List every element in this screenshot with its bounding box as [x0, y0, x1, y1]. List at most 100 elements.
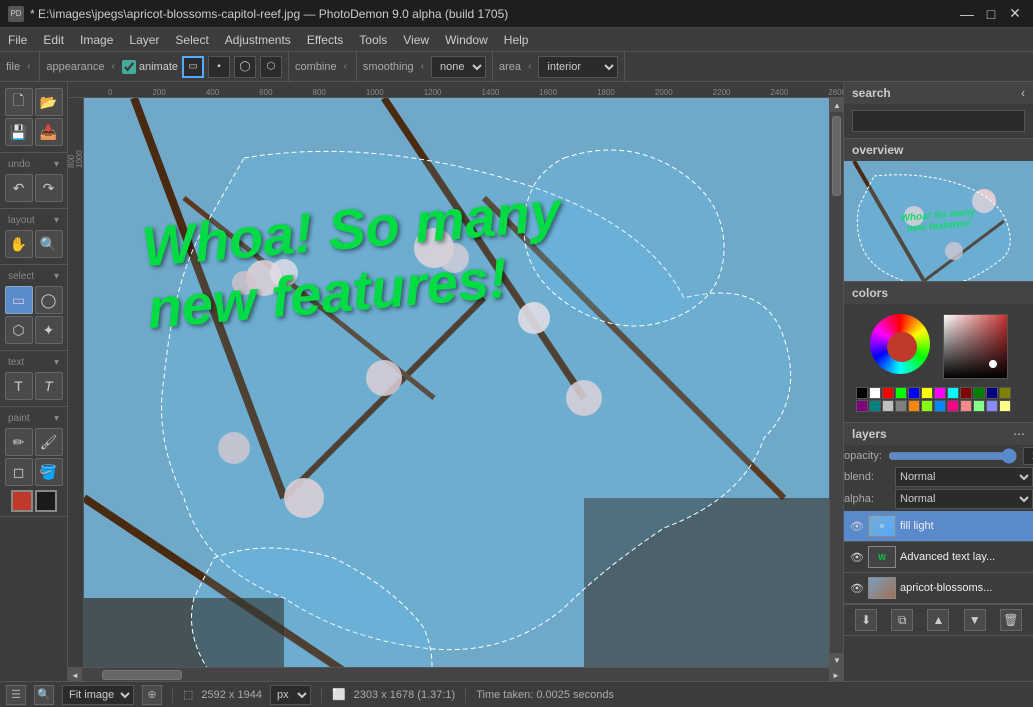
save-btn[interactable]: 💾 — [5, 118, 33, 146]
color-swatch[interactable] — [999, 400, 1011, 412]
open-file-btn[interactable]: 📂 — [35, 88, 63, 116]
maximize-button[interactable]: □ — [981, 5, 1001, 23]
foreground-color[interactable] — [11, 490, 33, 512]
layer-eye-3[interactable]: 👁 — [850, 581, 864, 595]
layer-item-photo[interactable]: 👁 apricot-blossoms... — [844, 573, 1033, 604]
color-swatch[interactable] — [895, 387, 907, 399]
overview-header[interactable]: overview — [844, 139, 1033, 161]
color-swatch[interactable] — [947, 387, 959, 399]
file-panel-chevron[interactable]: ‹ — [24, 61, 33, 72]
color-swatch[interactable] — [856, 400, 868, 412]
color-swatch[interactable] — [947, 400, 959, 412]
color-swatch[interactable] — [986, 387, 998, 399]
layer-item-fill-light[interactable]: 👁 ≋ fill light — [844, 511, 1033, 542]
sel-rect-btn[interactable]: ▭ — [182, 56, 204, 78]
fill-btn[interactable]: 🪣 — [35, 458, 63, 486]
area-select[interactable]: interior — [538, 56, 618, 78]
smoothing-panel-chevron[interactable]: ‹ — [418, 61, 427, 72]
close-button[interactable]: ✕ — [1005, 5, 1025, 23]
color-swatch[interactable] — [973, 400, 985, 412]
layout-chevron[interactable]: ▾ — [54, 215, 59, 226]
layer-eye-2[interactable]: 👁 — [850, 550, 864, 564]
colors-header[interactable]: colors — [844, 282, 1033, 304]
color-swatch[interactable] — [921, 387, 933, 399]
menu-item-view[interactable]: View — [395, 31, 437, 49]
new-file-btn[interactable]: 🗋 — [5, 88, 33, 116]
menu-item-help[interactable]: Help — [496, 31, 537, 49]
menu-item-image[interactable]: Image — [72, 31, 121, 49]
color-swatch[interactable] — [934, 387, 946, 399]
search-input[interactable] — [852, 110, 1025, 132]
search-header[interactable]: search ‹ — [844, 82, 1033, 104]
overview-thumbnail[interactable]: Whoa! So manynew features! — [844, 161, 1033, 281]
area-panel-chevron[interactable]: ‹ — [525, 61, 534, 72]
color-swatch[interactable] — [869, 387, 881, 399]
hscroll-right-btn[interactable]: ► — [829, 668, 843, 681]
color-swatch[interactable] — [973, 387, 985, 399]
select-chevron[interactable]: ▾ — [54, 271, 59, 282]
lasso-select-btn[interactable]: ⬡ — [5, 316, 33, 344]
color-swatch[interactable] — [882, 387, 894, 399]
menu-item-edit[interactable]: Edit — [35, 31, 72, 49]
smoothing-select[interactable]: none — [431, 56, 486, 78]
color-swatch[interactable] — [908, 387, 920, 399]
eraser-btn[interactable]: ◻ — [5, 458, 33, 486]
opacity-slider[interactable] — [888, 449, 1017, 463]
menu-item-window[interactable]: Window — [437, 31, 496, 49]
menu-item-adjustments[interactable]: Adjustments — [217, 31, 299, 49]
horizontal-scrollbar[interactable]: ◄ ► — [68, 667, 843, 681]
zoom-select[interactable]: Fit image 25% 50% 100% — [62, 685, 134, 705]
color-swatch[interactable] — [986, 400, 998, 412]
vertical-scrollbar[interactable]: ▲ ▼ — [829, 98, 843, 667]
sel-free-btn[interactable]: ⬡ — [260, 56, 282, 78]
menu-item-select[interactable]: Select — [167, 31, 216, 49]
color-swatch[interactable] — [960, 400, 972, 412]
layers-header[interactable]: layers ⋯ — [844, 423, 1033, 445]
background-color[interactable] — [35, 490, 57, 512]
rect-select-btn[interactable]: ▭ — [5, 286, 33, 314]
menu-item-layer[interactable]: Layer — [121, 31, 167, 49]
ellipse-select-btn[interactable]: ◯ — [35, 286, 63, 314]
alpha-select[interactable]: Normal Multiply — [895, 489, 1033, 509]
text-italic-btn[interactable]: T — [35, 372, 63, 400]
move-layer-down-btn[interactable]: ▼ — [964, 609, 986, 631]
layer-item-text[interactable]: 👁 W Advanced text lay... — [844, 542, 1033, 573]
color-swatch[interactable] — [882, 400, 894, 412]
merge-down-btn[interactable]: ⬇ — [855, 609, 877, 631]
sel-rect2-btn[interactable]: ▪ — [208, 56, 230, 78]
vscroll-up-btn[interactable]: ▲ — [830, 98, 843, 112]
vscroll-thumb[interactable] — [832, 116, 841, 196]
move-layer-up-btn[interactable]: ▲ — [927, 609, 949, 631]
text-tool-btn[interactable]: T — [5, 372, 33, 400]
menu-item-file[interactable]: File — [0, 31, 35, 49]
animate-checkbox[interactable] — [122, 60, 136, 74]
color-picker-box[interactable] — [943, 314, 1008, 379]
zoom-tool-btn[interactable]: 🔍 — [35, 230, 63, 258]
menu-item-tools[interactable]: Tools — [351, 31, 395, 49]
color-swatch[interactable] — [934, 400, 946, 412]
color-swatch[interactable] — [921, 400, 933, 412]
color-swatch[interactable] — [960, 387, 972, 399]
layer-eye-1[interactable]: 👁 — [850, 519, 864, 533]
zoom-out-btn[interactable]: 🔍 — [34, 685, 54, 705]
minimize-button[interactable]: — — [957, 5, 977, 23]
paint-chevron[interactable]: ▾ — [54, 413, 59, 424]
color-swatch[interactable] — [895, 400, 907, 412]
undo-chevron[interactable]: ▾ — [54, 159, 59, 170]
color-wheel-container[interactable] — [870, 314, 935, 379]
redo-btn[interactable]: ↷ — [35, 174, 63, 202]
menu-item-effects[interactable]: Effects — [299, 31, 351, 49]
unit-select[interactable]: px cm in — [270, 685, 311, 705]
pan-tool-btn[interactable]: ✋ — [5, 230, 33, 258]
color-swatch[interactable] — [908, 400, 920, 412]
color-picker-container[interactable] — [943, 314, 1008, 379]
delete-layer-btn[interactable]: 🗑 — [1000, 609, 1022, 631]
undo-btn[interactable]: ↶ — [5, 174, 33, 202]
save-as-btn[interactable]: 📥 — [35, 118, 63, 146]
sel-ellipse-btn[interactable]: ◯ — [234, 56, 256, 78]
opacity-input[interactable]: 100 — [1023, 447, 1033, 465]
toolbar-toggle-btn[interactable]: ☰ — [6, 685, 26, 705]
color-swatch[interactable] — [999, 387, 1011, 399]
pencil-btn[interactable]: ✏ — [5, 428, 33, 456]
magic-select-btn[interactable]: ✦ — [35, 316, 63, 344]
